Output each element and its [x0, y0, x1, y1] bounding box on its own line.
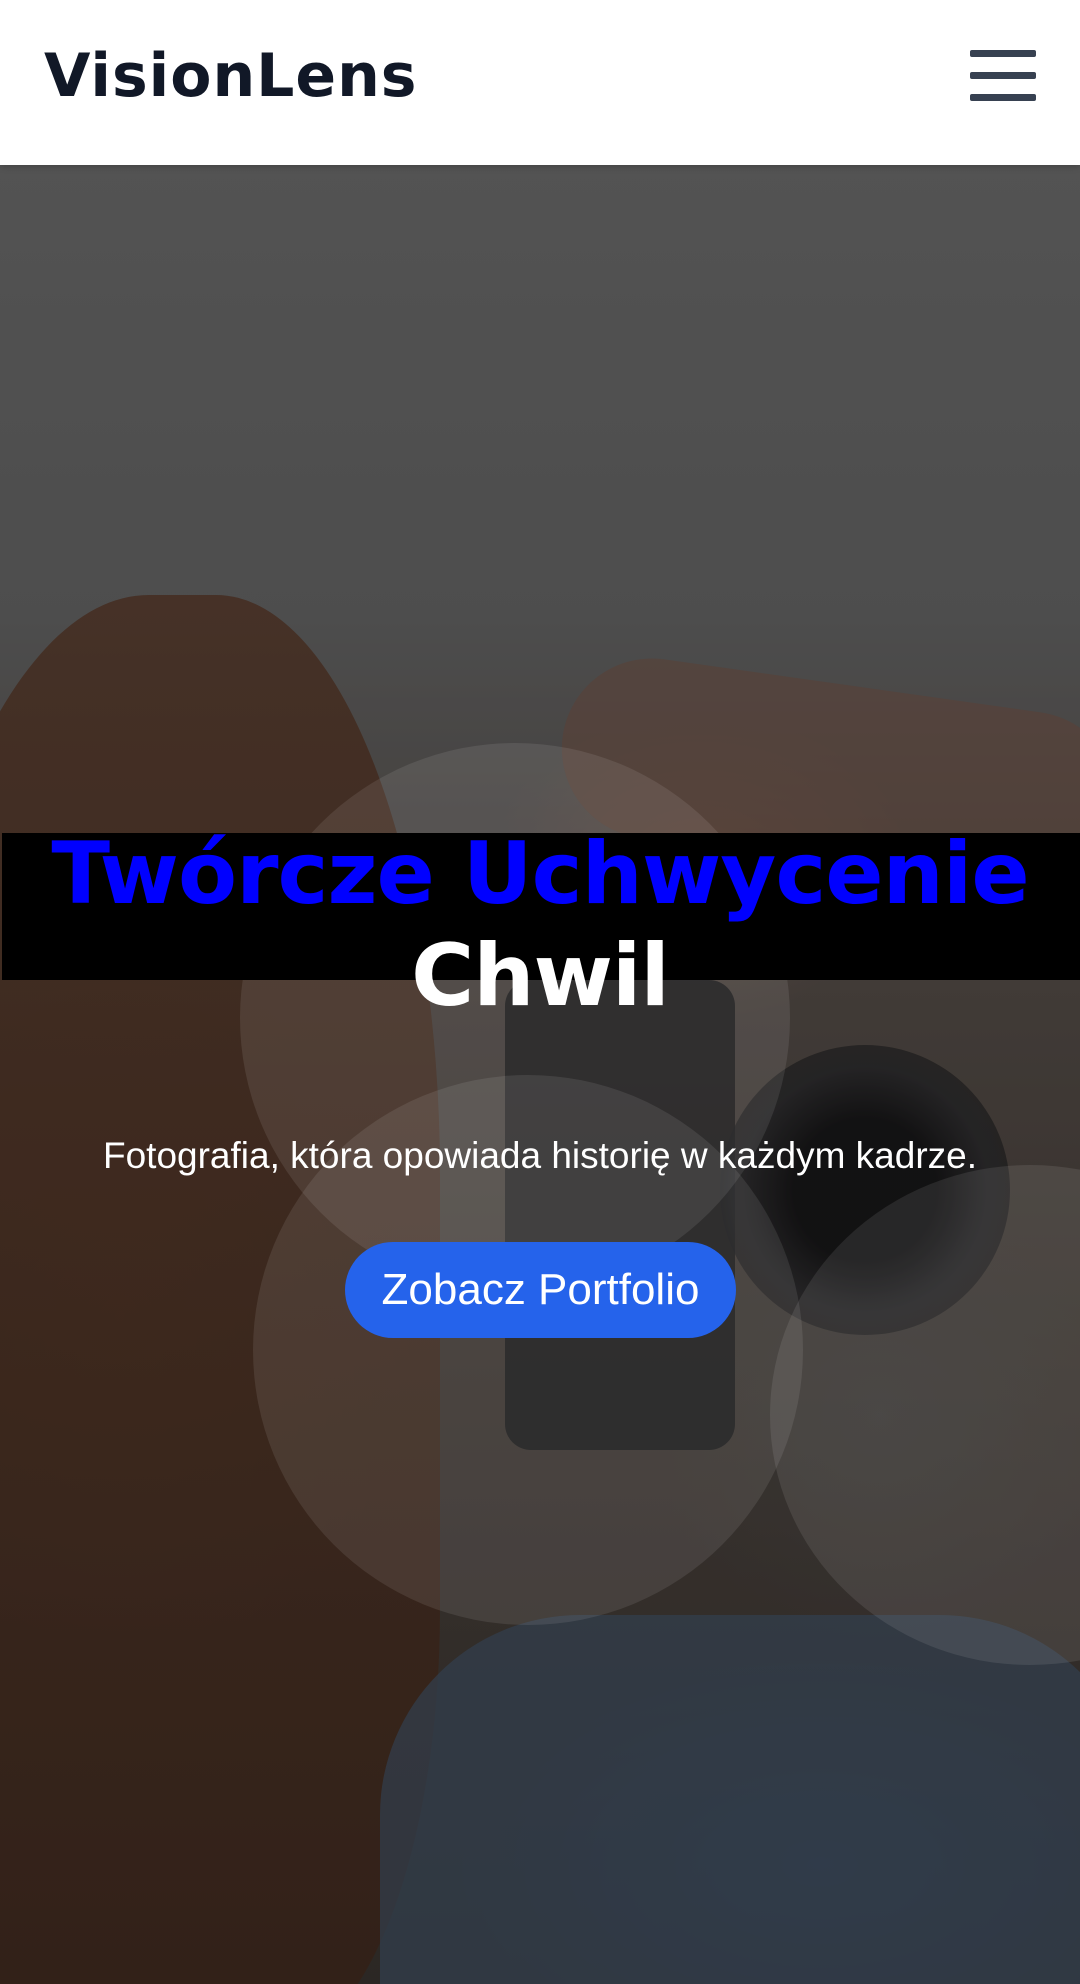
hero-title-line-1: Twórcze Uchwycenie — [51, 824, 1029, 924]
hero-section: Twórcze Uchwycenie Chwil Fotografia, któ… — [0, 165, 1080, 1984]
brand-logo[interactable]: VisionLens — [44, 34, 418, 118]
hamburger-menu-icon[interactable] — [968, 46, 1040, 106]
hero-title-line-2: Chwil — [411, 926, 670, 1026]
menu-bar-middle — [970, 72, 1036, 79]
hero-title: Twórcze Uchwycenie Chwil — [0, 823, 1080, 1027]
hero-subtitle: Fotografia, która opowiada historię w ka… — [102, 1135, 978, 1176]
menu-bar-bottom — [970, 94, 1036, 101]
page: VisionLens Twórcze Uchwycenie Chwil Foto… — [0, 0, 1080, 1984]
view-portfolio-button[interactable]: Zobacz Portfolio — [345, 1242, 736, 1338]
menu-bar-top — [970, 50, 1036, 57]
top-navbar: VisionLens — [0, 0, 1080, 165]
